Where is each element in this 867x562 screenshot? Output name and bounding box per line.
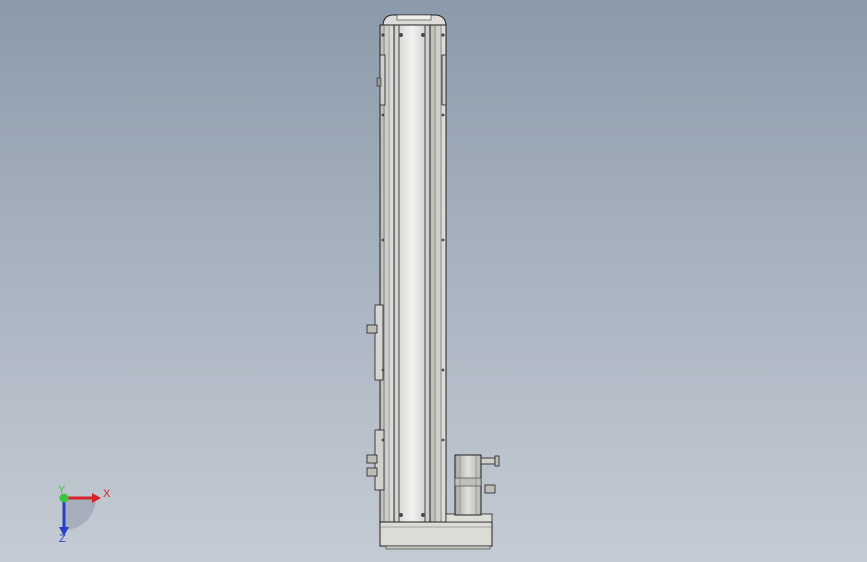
sensor-knob-upper[interactable] [366,454,378,464]
carriage-bracket [374,304,384,381]
carriage-knob[interactable] [366,324,378,334]
motor-assembly[interactable] [445,454,500,523]
motor-connector [494,455,500,467]
y-axis-label: Y [58,484,66,496]
z-axis-label: Z [59,533,66,545]
actuator-column[interactable] [366,14,447,523]
model-canvas[interactable]: X Y Z [0,0,867,562]
axis-triad[interactable]: X Y Z [58,484,111,545]
base-plate[interactable] [379,521,493,550]
x-axis-label: X [103,488,111,500]
top-cap-insert [396,14,432,21]
sensor-knob-lower[interactable] [366,467,378,477]
3d-viewport[interactable]: X Y Z [0,0,867,562]
motor-shaft [480,457,496,465]
motor-terminal [484,484,496,494]
upper-left-clip [376,77,382,87]
triad-shadow [64,498,96,530]
upper-right-slot [441,54,447,106]
x-axis-head [92,493,101,503]
